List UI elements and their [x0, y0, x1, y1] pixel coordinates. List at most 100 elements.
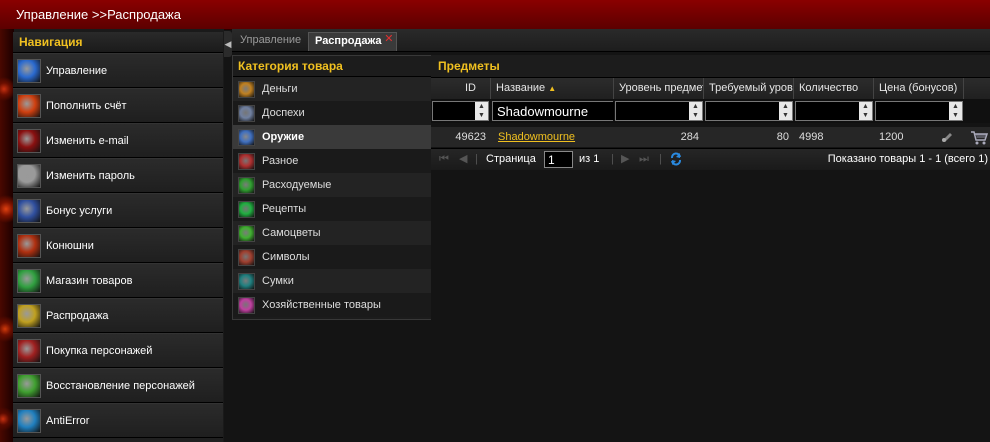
coins-icon	[238, 80, 255, 98]
tab-bar: Управление Распродажа ✕	[232, 29, 990, 52]
items-title: Предметы	[431, 55, 990, 78]
nav-item-label: Изменить e-mail	[46, 134, 129, 147]
category-item-7[interactable]: Символы	[233, 245, 431, 269]
column-header-price[interactable]: Цена (бонусов)	[874, 78, 964, 99]
tab-management[interactable]: Управление	[234, 32, 307, 51]
sword-icon	[17, 198, 41, 223]
nav-item-label: Конюшни	[46, 239, 94, 252]
item-link[interactable]: Shadowmourne	[493, 127, 613, 147]
close-icon[interactable]: ✕	[384, 31, 393, 48]
remove-icon[interactable]	[941, 131, 953, 143]
nav-item-8[interactable]: Покупка персонажей	[13, 333, 223, 368]
nav-item-7[interactable]: Распродажа	[13, 298, 223, 333]
star-icon	[17, 303, 41, 328]
required-level-filter-input[interactable]	[706, 102, 781, 120]
refresh-icon[interactable]	[669, 152, 684, 167]
cell-price: 1200	[879, 131, 904, 143]
name-filter-input[interactable]	[493, 102, 614, 120]
spinner-icon[interactable]: ▲ ▼	[475, 102, 488, 120]
collapse-handle[interactable]: ◀	[224, 31, 232, 57]
spinner-icon[interactable]: ▲ ▼	[949, 102, 962, 120]
spinner-icon[interactable]: ▲ ▼	[779, 102, 792, 120]
category-panel: Категория товара Деньги Доспехи Оружие Разн…	[232, 55, 432, 320]
nav-item-label: Бонус услуги	[46, 204, 113, 217]
nav-item-1[interactable]: Пополнить счёт	[13, 88, 223, 123]
rune-icon	[17, 128, 41, 153]
category-label: Хозяйственные товары	[262, 299, 381, 311]
category-item-6[interactable]: Самоцветы	[233, 221, 431, 245]
item-level-filter-input[interactable]	[616, 102, 691, 120]
nav-item-label: AntiError	[46, 414, 90, 427]
claw-icon	[17, 373, 41, 398]
spinner-icon[interactable]: ▲ ▼	[689, 102, 702, 120]
price-filter[interactable]: ▲ ▼	[875, 101, 963, 121]
nav-item-9[interactable]: Восстановление персонажей	[13, 368, 223, 403]
category-label: Рецепты	[262, 203, 307, 215]
cell-id: 49623	[455, 131, 486, 143]
nav-item-3[interactable]: Изменить пароль	[13, 158, 223, 193]
id-filter-input[interactable]	[433, 102, 477, 120]
cart-icon[interactable]	[970, 129, 989, 145]
required-level-filter[interactable]: ▲ ▼	[705, 101, 793, 121]
items-panel: Предметы ID Название ▲ Уровень предмета …	[431, 55, 990, 442]
id-filter[interactable]: ▲ ▼	[432, 101, 489, 121]
quantity-filter-input[interactable]	[796, 102, 861, 120]
nav-item-0[interactable]: Управление	[13, 53, 223, 88]
table-row[interactable]: 49623 Shadowmourne 284 80 4998 1200	[431, 127, 990, 147]
category-item-0[interactable]: Деньги	[233, 77, 431, 101]
name-filter[interactable]	[492, 101, 614, 121]
nav-item-5[interactable]: Конюшни	[13, 228, 223, 263]
quantity-filter[interactable]: ▲ ▼	[795, 101, 873, 121]
navigation-panel: Навигация Управление Пополнить счёт Измени…	[13, 32, 223, 442]
category-item-1[interactable]: Доспехи	[233, 101, 431, 125]
next-page-icon[interactable]: ▶	[621, 149, 629, 170]
recipe-icon	[238, 200, 255, 218]
nav-item-4[interactable]: Бонус услуги	[13, 193, 223, 228]
column-header-required-level[interactable]: Требуемый уровень	[704, 78, 794, 99]
first-page-icon[interactable]: ⏮	[439, 149, 449, 170]
nav-item-6[interactable]: Магазин товаров	[13, 263, 223, 298]
trade-goods-icon	[238, 296, 255, 314]
gem-icon	[238, 224, 255, 242]
nav-item-label: Покупка персонажей	[46, 344, 153, 357]
swirl-icon	[17, 408, 41, 433]
fire-icon	[17, 93, 41, 118]
nav-item-label: Пополнить счёт	[46, 99, 127, 112]
nav-item-10[interactable]: AntiError	[13, 403, 223, 438]
prev-page-icon[interactable]: ◀	[459, 149, 467, 170]
page-of-label: из 1	[579, 153, 600, 165]
category-label: Оружие	[262, 131, 305, 143]
last-page-icon[interactable]: ⏭	[639, 149, 649, 170]
bag-icon	[238, 272, 255, 290]
price-filter-input[interactable]	[876, 102, 951, 120]
category-label: Расходуемые	[262, 179, 332, 191]
page-number-input[interactable]	[544, 151, 573, 168]
nav-item-2[interactable]: Изменить e-mail	[13, 123, 223, 158]
weapon-icon	[238, 128, 255, 146]
column-label: ID	[465, 82, 476, 94]
tab-label: Распродажа	[315, 35, 382, 47]
category-item-4[interactable]: Расходуемые	[233, 173, 431, 197]
tab-sale[interactable]: Распродажа ✕	[308, 32, 397, 51]
spinner-icon[interactable]: ▲ ▼	[859, 102, 872, 120]
nav-item-label: Магазин товаров	[46, 274, 133, 287]
column-header-name[interactable]: Название ▲	[491, 78, 614, 99]
column-header-item-level[interactable]: Уровень предмета	[614, 78, 704, 99]
column-header-quantity[interactable]: Количество	[794, 78, 874, 99]
category-item-2[interactable]: Оружие	[233, 125, 431, 149]
category-item-8[interactable]: Сумки	[233, 269, 431, 293]
title-bar: Управление >>Распродажа	[0, 0, 990, 30]
category-label: Сумки	[262, 275, 294, 287]
category-item-9[interactable]: Хозяйственные товары	[233, 293, 431, 317]
category-item-5[interactable]: Рецепты	[233, 197, 431, 221]
pager-separator: |	[659, 153, 662, 165]
records-summary: Показано товары 1 - 1 (всего 1)	[827, 153, 988, 165]
item-level-filter[interactable]: ▲ ▼	[615, 101, 703, 121]
demon-icon	[17, 338, 41, 363]
pager-bar: ⏮ ◀ | Страница из 1 | ▶ ⏭ | Показано тов…	[431, 148, 990, 170]
nav-item-label: Распродажа	[46, 309, 109, 322]
category-label: Доспехи	[262, 107, 305, 119]
column-header-id[interactable]: ID	[431, 78, 491, 99]
category-item-3[interactable]: Разное	[233, 149, 431, 173]
page-label: Страница	[486, 153, 536, 165]
